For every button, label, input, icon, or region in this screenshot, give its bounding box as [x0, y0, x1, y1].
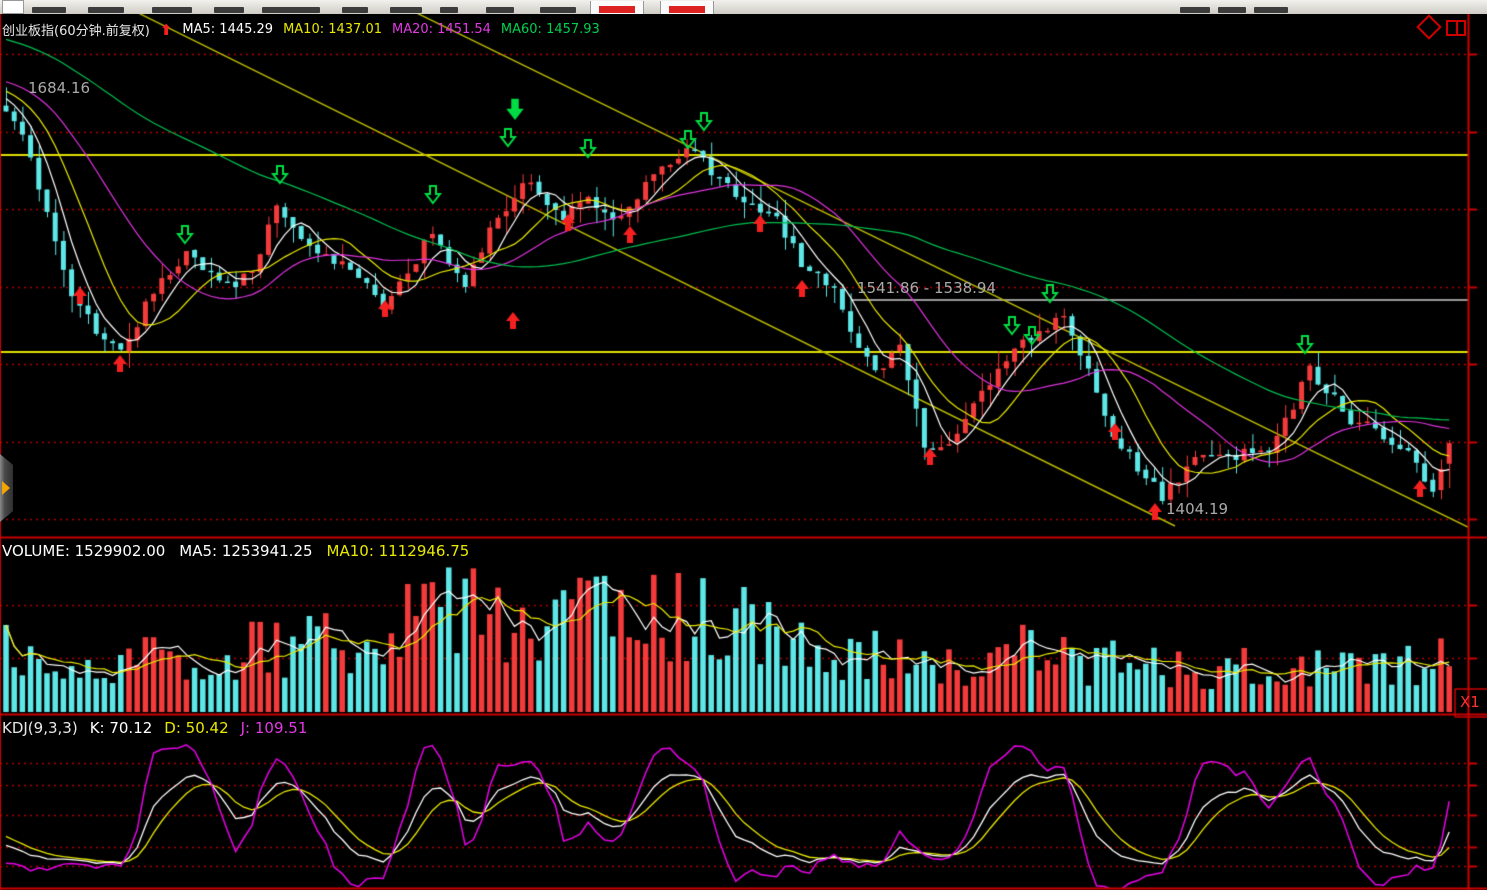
- trading-app-window: 创业板指(60分钟.前复权) ⬆ MA5: 1445.29 MA10: 1437…: [0, 0, 1487, 890]
- toolbar-menu-item[interactable]: [540, 7, 576, 13]
- chart-canvas[interactable]: [0, 14, 1487, 890]
- toolbar-menu-item[interactable]: [440, 7, 458, 13]
- toolbar-menu-item[interactable]: [1180, 7, 1210, 13]
- toolbar-menu-item[interactable]: [1254, 7, 1288, 13]
- toolbar-menu-item[interactable]: [32, 7, 66, 13]
- toolbar-menu-item[interactable]: [88, 7, 124, 13]
- window-icon[interactable]: [2, 0, 24, 14]
- toolbar-menu-item[interactable]: [390, 7, 422, 13]
- toolbar-menu-item[interactable]: [342, 7, 368, 13]
- sidebar-expand-handle[interactable]: [0, 454, 13, 522]
- toolbar-red-button[interactable]: [660, 1, 714, 14]
- toolbar-red-button[interactable]: [590, 1, 644, 14]
- split-window-icon[interactable]: [1446, 20, 1466, 36]
- toolbar-menu-item[interactable]: [1218, 7, 1246, 13]
- zoom-scale-badge[interactable]: X1: [1460, 693, 1480, 711]
- toolbar-menu-item[interactable]: [214, 7, 244, 13]
- toolbar-menu-item[interactable]: [152, 7, 192, 13]
- toolbar-menu-item[interactable]: [262, 7, 320, 13]
- toolbar: [0, 0, 1487, 15]
- expand-right-icon: [2, 481, 10, 495]
- toolbar-menu-item[interactable]: [486, 7, 514, 13]
